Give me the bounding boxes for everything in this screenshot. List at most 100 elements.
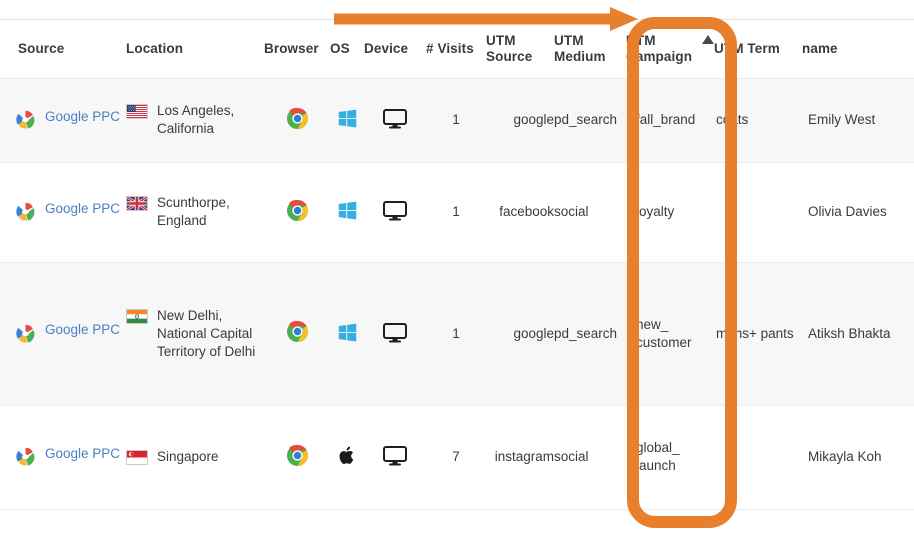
cell-location: Singapore [124,405,264,509]
cell-name: Olivia Davies [808,204,887,219]
cell-os [330,405,364,509]
table-row[interactable]: Google PPC [0,262,914,405]
cell-utm-source: facebook [499,204,554,219]
cell-browser [264,405,330,509]
source-link[interactable]: Google PPC [45,321,120,339]
column-header-location[interactable]: Location [124,20,264,79]
table-row[interactable]: Google PPC [0,405,914,509]
column-header-utm-campaign-line1: UTM [626,32,656,48]
column-header-browser-label: Browser [264,40,319,56]
location-text: Los Angeles, California [157,103,235,136]
column-header-utm-term-label: UTM Term [714,40,780,56]
windows-icon [334,198,360,224]
source-link[interactable]: Google PPC [45,200,120,218]
location-text: New Delhi, National Capital Territory of… [157,307,256,359]
cell-utm-source: google [513,325,554,341]
column-header-os-label: OS [330,40,350,56]
windows-icon [334,319,360,345]
desktop-monitor-icon [382,198,408,224]
google-logo-icon [14,107,36,133]
chrome-icon [284,197,310,223]
source-link[interactable]: Google PPC [45,445,120,463]
cell-name: Emily West [808,112,876,127]
cell-source[interactable]: Google PPC [0,262,124,405]
cell-utm-medium: pd_search [554,325,618,341]
column-header-name[interactable]: name [802,20,914,79]
cell-visits: 7 [452,449,460,464]
cell-utm-term [714,405,802,509]
cell-visits: 1 [452,325,460,341]
cell-utm-source: google [513,112,554,127]
cell-source[interactable]: Google PPC [0,405,124,509]
cell-utm-term [714,162,802,262]
google-logo-icon [14,320,36,346]
column-header-device[interactable]: Device [364,20,426,79]
source-link[interactable]: Google PPC [45,108,120,126]
cell-name: Atiksh Bhakta [808,325,891,341]
table-header-row: Source Location Browser OS Device # Visi… [0,20,914,79]
apple-icon [334,443,360,469]
column-header-browser[interactable]: Browser [264,20,330,79]
column-header-utm-campaign-line2: Campaign [626,48,693,64]
cell-utm-medium: social [554,449,589,464]
flag-united-states-icon [126,104,148,119]
column-header-visits[interactable]: # Visits [426,20,486,79]
column-header-name-label: name [802,40,838,56]
cell-source[interactable]: Google PPC [0,162,124,262]
cell-browser [264,262,330,405]
cell-device [364,405,426,509]
location-text: Singapore [157,449,219,464]
windows-icon [334,106,360,132]
cell-utm-term: mens+ pants [716,325,794,341]
cell-visits: 1 [452,204,460,219]
flag-united-kingdom-icon [126,196,148,211]
cell-source[interactable]: Google PPC [0,78,124,162]
cell-utm-campaign: new_ customer [636,316,692,350]
cell-utm-campaign: fall_brand [636,112,696,127]
cell-location: Scunthorpe, England [124,162,264,262]
desktop-monitor-icon [382,320,408,346]
column-header-utm-medium-line2: Medium [554,48,606,64]
column-header-source[interactable]: Source [0,20,124,79]
cell-location: Los Angeles, California [124,78,264,162]
cell-device [364,162,426,262]
sort-ascending-triangle-icon[interactable] [702,34,715,44]
cell-name: Mikayla Koh [808,449,882,464]
flag-india-icon [126,308,148,324]
column-header-location-label: Location [126,40,184,56]
desktop-monitor-icon [382,106,408,132]
column-header-os[interactable]: OS [330,20,364,79]
cell-location: New Delhi, National Capital Territory of… [124,262,264,405]
cell-utm-term: coats [716,112,749,127]
cell-visits: 1 [452,112,460,127]
table-header: Source Location Browser OS Device # Visi… [0,20,914,79]
column-header-device-label: Device [364,40,409,56]
column-header-utm-source-line1: UTM [486,32,516,48]
chrome-icon [284,442,310,468]
cell-utm-medium: social [554,204,589,219]
chrome-icon [284,319,310,345]
cell-device [364,78,426,162]
cell-os [330,262,364,405]
column-header-utm-source-line2: Source [486,48,533,64]
cell-os [330,78,364,162]
cell-browser [264,78,330,162]
cell-utm-campaign: loyalty [636,204,675,219]
cell-utm-medium: pd_search [554,112,618,127]
google-logo-icon [14,199,36,225]
flag-singapore-icon [126,450,148,465]
chrome-icon [284,105,310,131]
google-logo-icon [14,444,36,470]
table-row[interactable]: Google PPC [0,78,914,162]
column-header-utm-campaign[interactable]: UTM Campaign [626,20,715,79]
cell-os [330,162,364,262]
cell-utm-source: instagram [494,449,554,464]
table-body: Google PPC Los Angeles, California 1 goo… [0,78,914,509]
column-header-utm-source[interactable]: UTM Source [486,20,554,79]
desktop-monitor-icon [382,443,408,469]
cell-utm-campaign: global_ launch [636,440,680,473]
column-header-utm-term[interactable]: UTM Term [714,20,802,79]
column-header-source-label: Source [18,40,65,56]
table-row[interactable]: Google PPC [0,162,914,262]
column-header-utm-medium[interactable]: UTM Medium [554,20,626,79]
